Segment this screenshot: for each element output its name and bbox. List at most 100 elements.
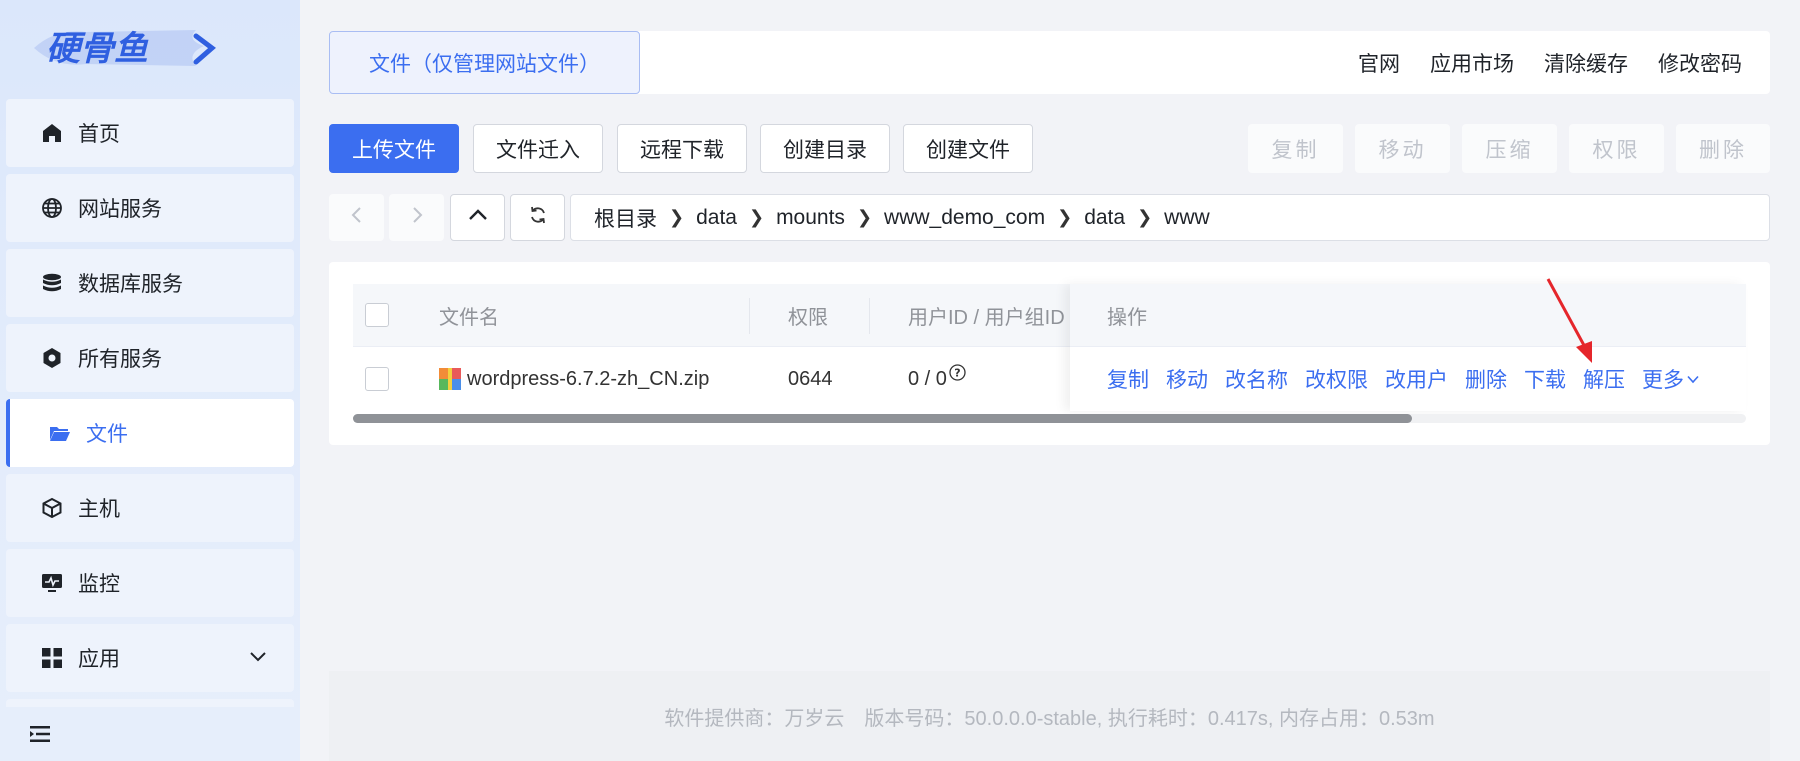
folder-open-icon [48, 421, 72, 445]
action-delete[interactable]: 删除 [1465, 364, 1507, 394]
home-icon [40, 121, 64, 145]
services-icon [40, 346, 64, 370]
upload-file-button[interactable]: 上传文件 [329, 124, 459, 173]
menu-collapse-icon[interactable] [28, 722, 52, 746]
breadcrumb-current[interactable]: www [1164, 206, 1210, 230]
column-header-operations: 操作 [1107, 306, 1147, 329]
sidebar-item-label: 监控 [78, 573, 120, 596]
sidebar-item-host[interactable]: 主机 [6, 474, 294, 542]
link-app-market[interactable]: 应用市场 [1430, 48, 1514, 78]
tab-files[interactable]: 文件（仅管理网站文件） [329, 31, 640, 94]
action-more-label: 更多 [1642, 369, 1684, 392]
select-all-checkbox[interactable] [365, 284, 389, 346]
sidebar-item-all-services[interactable]: 所有服务 [6, 324, 294, 392]
chevron-right-icon: ❯ [748, 207, 765, 227]
column-header-owner[interactable]: 用户ID / 用户组ID [908, 284, 1078, 346]
chevron-right-icon: ❯ [856, 207, 873, 227]
file-owner: 0 / 0 [908, 367, 947, 390]
compress-button[interactable]: 压缩 [1462, 124, 1557, 173]
brand-logo[interactable]: 硬骨鱼 [26, 18, 226, 78]
action-copy[interactable]: 复制 [1107, 364, 1149, 394]
action-move[interactable]: 移动 [1166, 364, 1208, 394]
sidebar-item-website-service[interactable]: 网站服务 [6, 174, 294, 242]
chevron-right-icon: ❯ [669, 207, 685, 227]
zip-file-icon [439, 368, 461, 390]
operations-row: 复制 移动 改名称 改权限 改用户 删除 下载 解压 更多 [1070, 347, 1746, 411]
import-file-button[interactable]: 文件迁入 [473, 124, 603, 173]
back-button[interactable] [329, 194, 384, 241]
column-header-permission[interactable]: 权限 [788, 284, 828, 346]
breadcrumb-item[interactable]: data [1084, 206, 1125, 230]
top-header: 文件（仅管理网站文件） 官网 应用市场 清除缓存 修改密码 [329, 31, 1770, 94]
action-change-owner[interactable]: 改用户 [1385, 364, 1448, 394]
footer-info: 软件提供商：万岁云 版本号码：50.0.0.0-stable, 执行耗时：0.4… [329, 671, 1770, 761]
host-icon [40, 496, 64, 520]
column-divider [749, 298, 750, 334]
link-change-password[interactable]: 修改密码 [1658, 48, 1742, 78]
sidebar-item-label: 主机 [78, 498, 120, 521]
file-owner-cell: 0 / 0 ? [908, 347, 966, 411]
sidebar-item-label: 网站服务 [78, 198, 162, 221]
scrollbar-thumb[interactable] [353, 414, 1412, 423]
globe-icon [40, 196, 64, 220]
link-clear-cache[interactable]: 清除缓存 [1544, 48, 1628, 78]
horizontal-scrollbar[interactable] [353, 414, 1746, 423]
path-bar: 根目录 ❯ data ❯ mounts ❯ www_demo_com ❯ dat… [329, 194, 1770, 241]
create-file-button[interactable]: 创建文件 [903, 124, 1033, 173]
breadcrumb-item[interactable]: www_demo_com [884, 206, 1045, 230]
chevron-down-icon[interactable] [248, 646, 268, 672]
chevron-right-icon: ❯ [1057, 207, 1073, 227]
svg-text:硬骨鱼: 硬骨鱼 [46, 29, 149, 69]
breadcrumb: 根目录 ❯ data ❯ mounts ❯ www_demo_com ❯ dat… [570, 194, 1770, 241]
sidebar-item-database-service[interactable]: 数据库服务 [6, 249, 294, 317]
action-change-permission[interactable]: 改权限 [1305, 364, 1368, 394]
file-name[interactable]: wordpress-6.7.2-zh_CN.zip [467, 368, 709, 391]
parent-directory-button[interactable] [450, 194, 505, 241]
row-checkbox[interactable] [365, 347, 389, 411]
chevron-down-icon [1686, 372, 1700, 386]
monitor-icon [40, 571, 64, 595]
chevron-left-icon [347, 205, 367, 230]
remote-download-button[interactable]: 远程下载 [617, 124, 747, 173]
breadcrumb-root[interactable]: 根目录 [594, 203, 657, 233]
create-directory-button[interactable]: 创建目录 [760, 124, 890, 173]
sidebar: 硬骨鱼 首页 网站服务 数据库服务 所有服务 文件 主机 监控 应用 [0, 0, 300, 761]
help-icon[interactable]: ? [949, 363, 966, 381]
sidebar-nav: 首页 网站服务 数据库服务 所有服务 文件 主机 监控 应用 [6, 99, 294, 707]
move-button[interactable]: 移动 [1355, 124, 1450, 173]
sidebar-item-apps[interactable]: 应用 [6, 624, 294, 692]
sidebar-item-monitor[interactable]: 监控 [6, 549, 294, 617]
forward-button[interactable] [389, 194, 444, 241]
copy-button[interactable]: 复制 [1248, 124, 1343, 173]
sidebar-item-home[interactable]: 首页 [6, 99, 294, 167]
sidebar-item-partial [6, 699, 294, 707]
svg-text:?: ? [954, 366, 960, 379]
file-name-cell[interactable]: wordpress-6.7.2-zh_CN.zip [439, 347, 709, 411]
file-toolbar: 上传文件 文件迁入 远程下载 创建目录 创建文件 复制 移动 压缩 权限 删除 [329, 124, 1770, 173]
apps-grid-icon [40, 646, 64, 670]
file-permission: 0644 [788, 367, 833, 390]
column-divider [869, 298, 870, 334]
link-official-site[interactable]: 官网 [1358, 48, 1400, 78]
sidebar-item-label: 文件 [86, 423, 128, 446]
database-icon [40, 271, 64, 295]
column-header-name[interactable]: 文件名 [439, 284, 499, 346]
refresh-icon [528, 205, 548, 230]
chevron-right-icon: ❯ [1137, 207, 1153, 227]
chevron-up-icon [467, 204, 489, 231]
sidebar-item-label: 首页 [78, 123, 120, 146]
action-more[interactable]: 更多 [1642, 364, 1700, 394]
permission-button[interactable]: 权限 [1569, 124, 1664, 173]
file-table: 文件名 权限 用户ID / 用户组ID wordpress-6.7.2-zh_C… [353, 284, 1746, 424]
sidebar-item-files[interactable]: 文件 [6, 399, 294, 467]
breadcrumb-item[interactable]: mounts [776, 206, 845, 230]
operations-column: 操作 复制 移动 改名称 改权限 改用户 删除 下载 解压 更多 [1070, 284, 1746, 411]
sidebar-item-label: 数据库服务 [78, 273, 183, 296]
operations-header: 操作 [1070, 284, 1746, 347]
action-rename[interactable]: 改名称 [1225, 364, 1288, 394]
breadcrumb-item[interactable]: data [696, 206, 737, 230]
sidebar-item-label: 应用 [78, 648, 120, 671]
annotation-arrow-icon [1546, 278, 1592, 363]
refresh-button[interactable] [510, 194, 565, 241]
delete-button[interactable]: 删除 [1676, 124, 1770, 173]
